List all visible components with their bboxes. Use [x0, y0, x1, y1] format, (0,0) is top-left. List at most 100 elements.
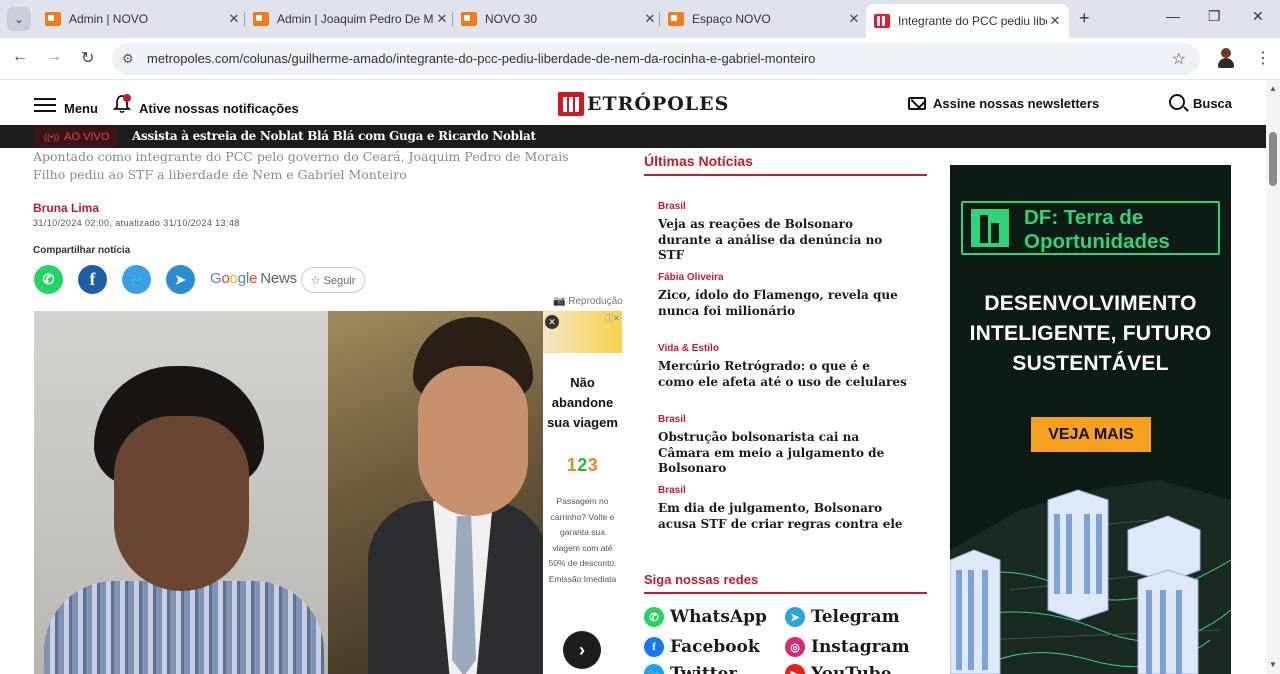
news-item[interactable]: Vida & Estilo Mercúrio Retrógrado: o que… — [658, 343, 908, 390]
live-ticker-text[interactable]: Assista à estreia de Noblat Blá Blá com … — [132, 129, 536, 143]
browser-tab[interactable]: NOVO 30 ✕ — [452, 6, 658, 32]
url-text[interactable]: metropoles.com/colunas/guilherme-amado/i… — [147, 51, 815, 66]
tab-close-icon[interactable]: ✕ — [642, 11, 658, 27]
sidebar-ad-banner[interactable]: DF: Terra de Oportunidades DESENVOLVIMEN… — [950, 165, 1231, 674]
ad-next-arrow-icon[interactable]: › — [563, 631, 601, 669]
tab-close-icon[interactable]: ✕ — [226, 11, 242, 27]
close-window-button[interactable]: ✕ — [1252, 8, 1264, 25]
tab-search-menu-icon[interactable]: ⌄ — [7, 7, 31, 31]
inline-ad[interactable]: ✕ ⓘ✕ Não abandone sua viagem 123 Passage… — [543, 311, 622, 674]
ad-brand-box: DF: Terra de Oportunidades — [961, 201, 1220, 255]
latest-news-title: Últimas Notícias — [644, 153, 753, 169]
url-omnibox[interactable]: ⚙ metropoles.com/colunas/guilherme-amado… — [112, 43, 1200, 75]
social-whatsapp-link[interactable]: ✆ WhatsApp — [644, 607, 767, 627]
reload-button[interactable]: ↻ — [81, 48, 94, 68]
forward-button[interactable]: → — [46, 48, 62, 66]
ad-close-icon[interactable]: ✕ — [545, 315, 559, 329]
ad-brand-text: DF: Terra de Oportunidades — [1024, 206, 1170, 253]
news-category[interactable]: Brasil — [658, 201, 908, 212]
live-badge-label: AO VIVO — [64, 130, 110, 143]
browser-tab[interactable]: Admin | NOVO ✕ — [37, 6, 242, 32]
article-author[interactable]: Bruna Lima — [33, 201, 99, 215]
ad-brand-logo[interactable]: 123 — [543, 455, 622, 476]
news-item[interactable]: Brasil Em dia de julgamento, Bolsonaro a… — [658, 485, 908, 532]
news-headline[interactable]: Em dia de julgamento, Bolsonaro acusa ST… — [658, 501, 908, 532]
minimize-button[interactable]: — — [1166, 8, 1180, 24]
news-category[interactable]: Brasil — [658, 414, 908, 425]
scroll-up-arrow-icon[interactable]: ▲ — [1269, 84, 1277, 93]
live-ticker-bar[interactable]: ((•)) AO VIVO Assista à estreia de Nobla… — [0, 125, 1266, 148]
news-category[interactable]: Vida & Estilo — [658, 343, 908, 354]
back-button[interactable]: ← — [12, 48, 28, 66]
share-facebook-icon[interactable]: f — [78, 265, 107, 294]
restore-button[interactable]: ❐ — [1208, 8, 1221, 25]
social-name: Facebook — [670, 637, 760, 657]
news-category[interactable]: Brasil — [658, 485, 908, 496]
adchoices-icon[interactable]: ⓘ✕ — [605, 313, 620, 324]
twitter-icon: 🐦 — [644, 664, 664, 674]
bookmark-star-icon[interactable]: ☆ — [1172, 49, 1186, 69]
social-section-title: Siga nossas redes — [644, 572, 759, 587]
site-header: Menu Ative nossas notificações ETRÓPOLES… — [0, 80, 1266, 125]
news-category[interactable]: Fábia Oliveira — [658, 272, 908, 283]
building-logo-icon — [971, 209, 1009, 247]
metropoles-favicon-icon — [874, 14, 890, 28]
live-badge: ((•)) AO VIVO — [34, 125, 118, 148]
news-headline[interactable]: Obstrução bolsonarista cai na Câmara em … — [658, 430, 908, 477]
social-youtube-link[interactable]: ▶ YouTube — [785, 664, 892, 674]
article-photo: ✕ ⓘ✕ Não abandone sua viagem 123 Passage… — [34, 311, 622, 674]
notifications-button-label[interactable]: Ative nossas notificações — [139, 101, 299, 116]
share-whatsapp-icon[interactable]: ✆ — [34, 265, 63, 294]
menu-button-label[interactable]: Menu — [64, 101, 98, 116]
telegram-icon: ➤ — [785, 607, 805, 627]
news-headline[interactable]: Zico, ídolo do Flamengo, revela que nunc… — [658, 288, 908, 319]
news-item[interactable]: Brasil Veja as reações de Bolsonaro dura… — [658, 201, 908, 264]
site-settings-icon[interactable]: ⚙ — [122, 51, 134, 67]
whatsapp-icon: ✆ — [644, 607, 664, 627]
search-icon[interactable] — [1169, 94, 1185, 110]
follow-google-news-button[interactable]: ☆ Seguir — [301, 267, 365, 293]
section-divider — [644, 592, 927, 594]
profile-avatar-icon[interactable] — [1216, 47, 1236, 69]
social-name: WhatsApp — [670, 607, 767, 627]
social-name: Twitter — [670, 664, 738, 674]
browser-tab[interactable]: Admin | Joaquim Pedro De M ✕ — [244, 6, 450, 32]
youtube-icon: ▶ — [785, 664, 805, 674]
google-news-logo[interactable]: Google News — [210, 270, 297, 287]
bell-notification-icon[interactable] — [112, 94, 132, 114]
ad-city-illustration — [950, 480, 1231, 674]
tab-close-icon[interactable]: ✕ — [846, 11, 862, 27]
news-item[interactable]: Brasil Obstrução bolsonarista cai na Câm… — [658, 414, 908, 477]
ad-body-text[interactable]: Passagem no carrinho? Volte e garanta su… — [547, 494, 618, 587]
envelope-icon[interactable] — [908, 97, 926, 110]
page-scrollbar[interactable]: ▲ ▼ — [1266, 80, 1280, 674]
share-telegram-icon[interactable]: ➤ — [166, 265, 195, 294]
social-facebook-link[interactable]: f Facebook — [644, 637, 760, 657]
browser-menu-icon[interactable]: ⋮ — [1255, 48, 1271, 68]
tab-title: Admin | NOVO — [69, 12, 149, 26]
broadcast-icon: ((•)) — [44, 131, 60, 142]
scrollbar-thumb[interactable] — [1269, 132, 1277, 186]
tab-title: Integrante do PCC pediu libe — [898, 14, 1047, 28]
tab-close-icon[interactable]: ✕ — [434, 11, 450, 27]
news-headline[interactable]: Veja as reações de Bolsonaro durante a a… — [658, 217, 908, 264]
social-telegram-link[interactable]: ➤ Telegram — [785, 607, 900, 627]
metropoles-logo[interactable]: ETRÓPOLES — [558, 90, 729, 118]
browser-tab-active[interactable]: Integrante do PCC pediu libe ✕ — [866, 4, 1069, 38]
tab-close-icon[interactable]: ✕ — [1047, 13, 1063, 29]
social-twitter-link[interactable]: 🐦 Twitter — [644, 664, 737, 674]
browser-tab[interactable]: Espaço NOVO ✕ — [659, 6, 862, 32]
social-instagram-link[interactable]: ◎ Instagram — [785, 637, 910, 657]
new-tab-button[interactable]: + — [1079, 8, 1090, 29]
newsletter-link[interactable]: Assine nossas newsletters — [933, 96, 1099, 111]
search-link[interactable]: Busca — [1193, 96, 1232, 111]
news-headline[interactable]: Mercúrio Retrógrado: o que é e como ele … — [658, 359, 908, 390]
scroll-down-arrow-icon[interactable]: ▼ — [1269, 660, 1277, 669]
tab-title: Admin | Joaquim Pedro De M — [277, 12, 434, 26]
ad-cta-button[interactable]: VEJA MAIS — [1031, 417, 1151, 452]
ad-headline[interactable]: Não abandone sua viagem — [543, 373, 622, 433]
share-twitter-icon[interactable]: 🐦 — [122, 265, 151, 294]
instagram-icon: ◎ — [785, 637, 805, 657]
hamburger-menu-icon[interactable] — [34, 98, 56, 112]
news-item[interactable]: Fábia Oliveira Zico, ídolo do Flamengo, … — [658, 272, 908, 319]
